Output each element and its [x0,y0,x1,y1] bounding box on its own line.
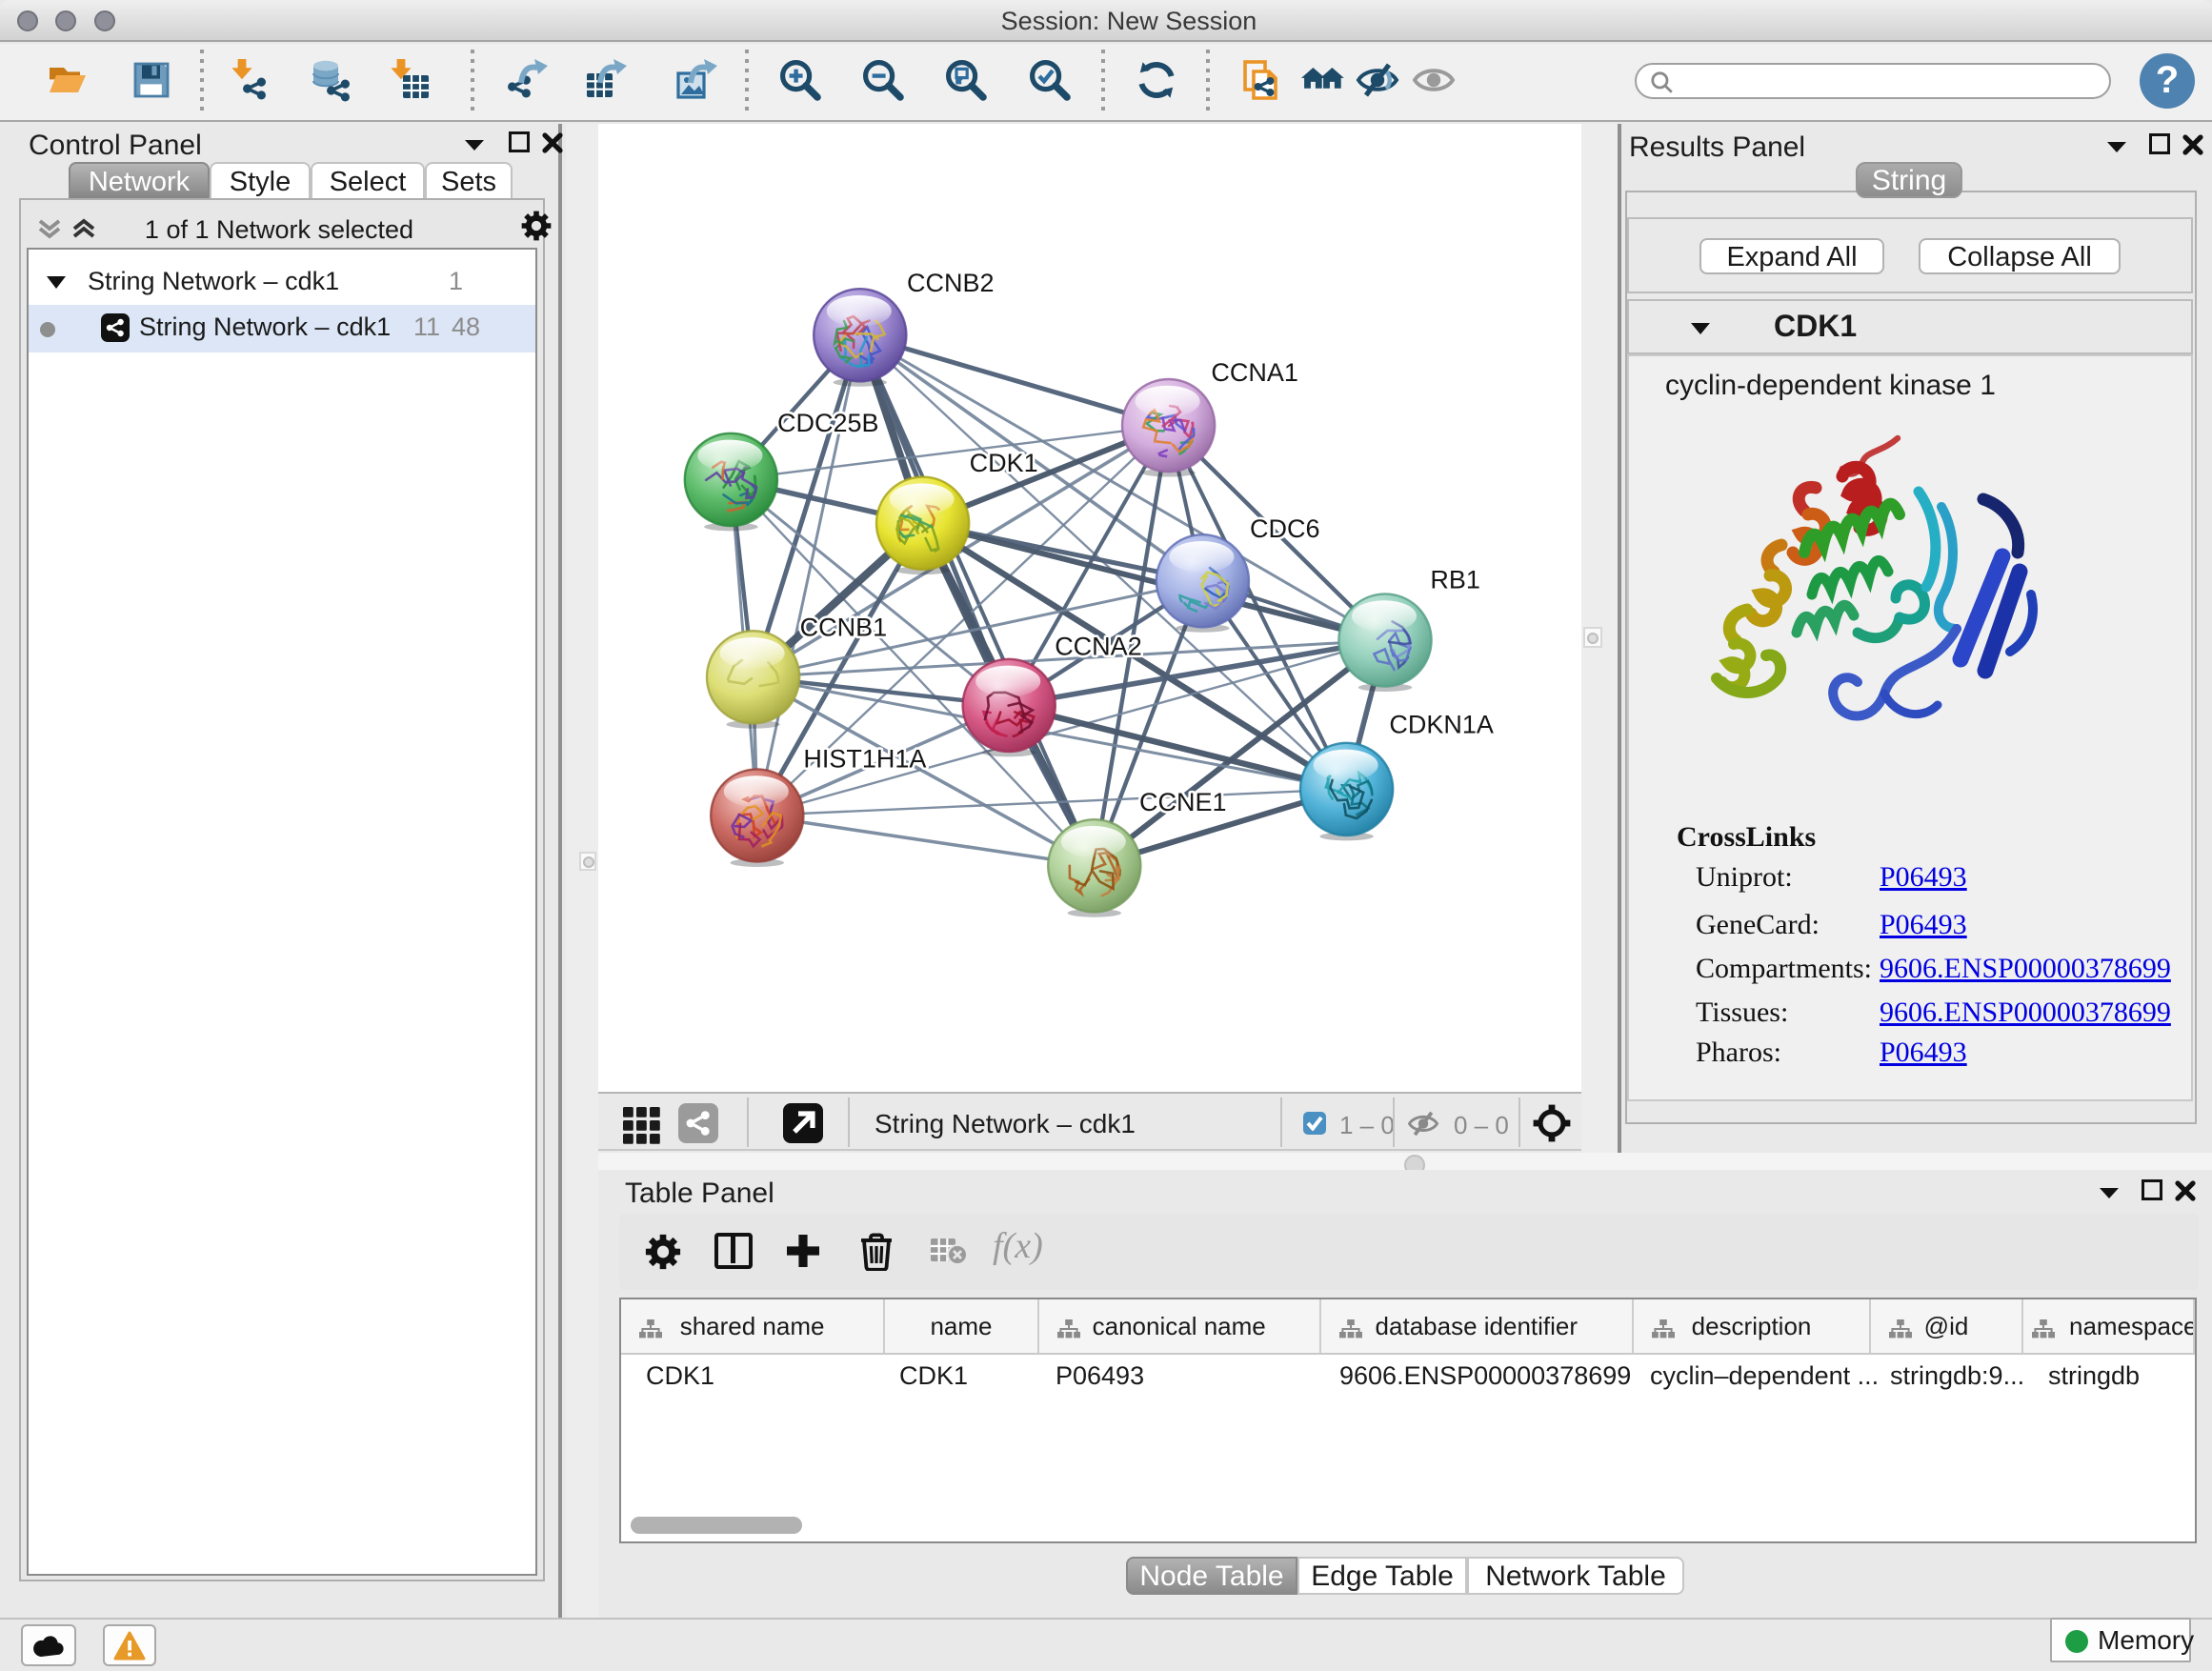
svg-text:RB1: RB1 [1430,566,1480,594]
svg-text:CCNA2: CCNA2 [1055,633,1142,661]
svg-text:CDKN1A: CDKN1A [1389,710,1494,738]
svg-text:CCNE1: CCNE1 [1139,788,1227,816]
svg-text:CDC6: CDC6 [1250,514,1320,543]
svg-text:CCNB1: CCNB1 [800,614,888,642]
svg-text:CDK1: CDK1 [970,449,1038,477]
svg-text:CDC25B: CDC25B [777,409,879,437]
svg-text:CCNB2: CCNB2 [907,269,995,297]
svg-text:CCNA1: CCNA1 [1211,358,1298,387]
svg-text:HIST1H1A: HIST1H1A [803,745,926,774]
